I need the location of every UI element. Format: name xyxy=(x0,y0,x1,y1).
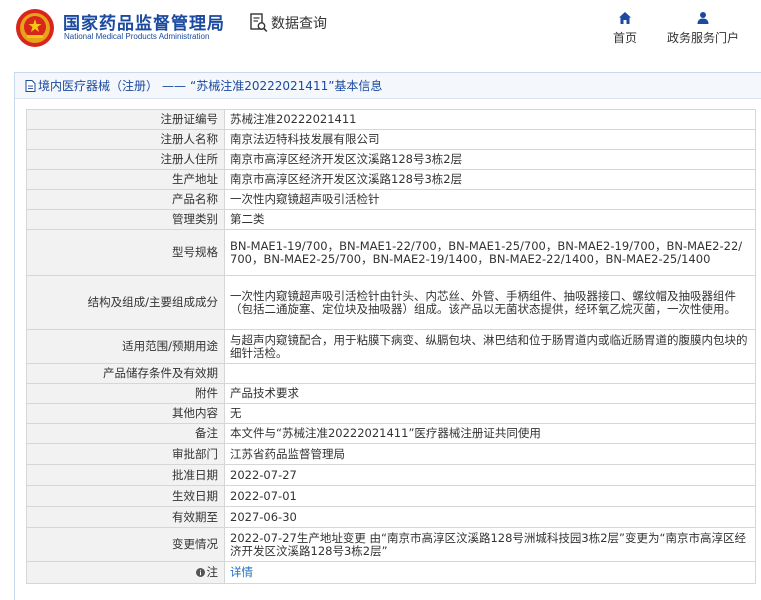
field-value: 无 xyxy=(224,403,756,424)
field-label: 注册证编号 xyxy=(26,109,225,130)
details-link[interactable]: 详情 xyxy=(230,565,253,579)
field-label: 结构及组成/主要组成成分 xyxy=(26,275,225,330)
field-value: 南京市高淳区经济开发区汶溪路128号3栋2层 xyxy=(224,169,756,190)
field-label: 注册人住所 xyxy=(26,149,225,170)
field-value xyxy=(224,363,756,384)
field-label: 有效期至 xyxy=(26,506,225,528)
national-emblem-logo xyxy=(16,9,54,47)
field-label: 其他内容 xyxy=(26,403,225,424)
table-row: 结构及组成/主要组成成分 一次性内窥镜超声吸引活检针由针头、内芯丝、外管、手柄组… xyxy=(26,275,756,330)
nav-home[interactable]: 首页 xyxy=(613,11,637,46)
table-row: 有效期至 2027-06-30 xyxy=(26,506,756,528)
field-value: BN-MAE1-19/700，BN-MAE1-22/700，BN-MAE1-25… xyxy=(224,229,756,276)
table-row: 附件 产品技术要求 xyxy=(26,383,756,404)
field-value: 与超声内窥镜配合，用于粘膜下病变、纵膈包块、淋巴结和位于肠胃道内或临近肠胃道的腹… xyxy=(224,329,756,364)
page-title: 数据查询 xyxy=(250,13,327,33)
field-value: 详情 xyxy=(224,561,756,584)
user-icon xyxy=(697,12,709,24)
table-row: 管理类别 第二类 xyxy=(26,209,756,230)
field-value: 苏械注准20222021411 xyxy=(224,109,756,130)
field-value: 南京市高淳区经济开发区汶溪路128号3栋2层 xyxy=(224,149,756,170)
field-label: 备注 xyxy=(26,423,225,444)
site-header: 国家药品监督管理局 National Medical Products Admi… xyxy=(0,0,761,60)
field-value: 江苏省药品监督管理局 xyxy=(224,443,756,465)
table-row: 变更情况 2022-07-27生产地址变更 由“南京市高淳区汶溪路128号洲城科… xyxy=(26,527,756,562)
field-label: 生效日期 xyxy=(26,485,225,507)
table-row: 型号规格 BN-MAE1-19/700，BN-MAE1-22/700，BN-MA… xyxy=(26,229,756,276)
data-query-icon xyxy=(250,13,268,33)
breadcrumb-category[interactable]: 境内医疗器械（注册） xyxy=(38,77,158,94)
field-value: 产品技术要求 xyxy=(224,383,756,404)
field-value: 2022-07-27 xyxy=(224,464,756,486)
table-row: 注册人住所 南京市高淳区经济开发区汶溪路128号3栋2层 xyxy=(26,149,756,170)
field-label: 审批部门 xyxy=(26,443,225,465)
field-value: 一次性内窥镜超声吸引活检针 xyxy=(224,189,756,210)
field-value: 2022-07-27生产地址变更 由“南京市高淳区汶溪路128号洲城科技园3栋2… xyxy=(224,527,756,562)
detail-panel: 境内医疗器械（注册） —— “苏械注准20222021411”基本信息 注册证编… xyxy=(14,72,761,600)
home-icon xyxy=(619,12,631,24)
document-icon xyxy=(25,79,36,92)
table-row: 产品名称 一次性内窥镜超声吸引活检针 xyxy=(26,189,756,210)
nav-home-label: 首页 xyxy=(613,31,638,45)
nav-service-portal-label: 政务服务门户 xyxy=(667,31,740,45)
field-label: 型号规格 xyxy=(26,229,225,276)
field-value: 一次性内窥镜超声吸引活检针由针头、内芯丝、外管、手柄组件、抽吸器接口、螺纹帽及抽… xyxy=(224,275,756,330)
table-row: 批准日期 2022-07-27 xyxy=(26,464,756,486)
table-row: 其他内容 无 xyxy=(26,403,756,424)
field-label: 变更情况 xyxy=(26,527,225,562)
field-label: 生产地址 xyxy=(26,169,225,190)
table-row: 审批部门 江苏省药品监督管理局 xyxy=(26,443,756,465)
table-row: 注册证编号 苏械注准20222021411 xyxy=(26,109,756,130)
field-value: 第二类 xyxy=(224,209,756,230)
field-value: 2022-07-01 xyxy=(224,485,756,507)
field-label: 适用范围/预期用途 xyxy=(26,329,225,364)
field-label: 产品名称 xyxy=(26,189,225,210)
table-row: 注 详情 xyxy=(26,561,756,584)
field-value: 2027-06-30 xyxy=(224,506,756,528)
breadcrumb-subject: “苏械注准20222021411”基本信息 xyxy=(190,79,383,93)
table-row: 备注 本文件与“苏械注准20222021411”医疗器械注册证共同使用 xyxy=(26,423,756,444)
nav-service-portal[interactable]: 政务服务门户 xyxy=(667,11,739,46)
field-value: 本文件与“苏械注准20222021411”医疗器械注册证共同使用 xyxy=(224,423,756,444)
note-label: 注 xyxy=(206,565,219,579)
table-row: 生产地址 南京市高淳区经济开发区汶溪路128号3栋2层 xyxy=(26,169,756,190)
table-row: 适用范围/预期用途 与超声内窥镜配合，用于粘膜下病变、纵膈包块、淋巴结和位于肠胃… xyxy=(26,329,756,364)
registration-info-table: 注册证编号 苏械注准20222021411 注册人名称 南京法迈特科技发展有限公… xyxy=(26,109,756,584)
table-row: 生效日期 2022-07-01 xyxy=(26,485,756,507)
note-label-cell: 注 xyxy=(26,561,225,584)
breadcrumb-separator: —— xyxy=(162,78,187,93)
site-title-english: National Medical Products Administration xyxy=(64,32,210,41)
field-label: 批准日期 xyxy=(26,464,225,486)
field-label: 管理类别 xyxy=(26,209,225,230)
field-label: 产品储存条件及有效期 xyxy=(26,363,225,384)
table-row: 注册人名称 南京法迈特科技发展有限公司 xyxy=(26,129,756,150)
site-title: 国家药品监督管理局 xyxy=(63,14,225,34)
field-label: 注册人名称 xyxy=(26,129,225,150)
page-heading-label: 数据查询 xyxy=(271,16,327,32)
breadcrumb: 境内医疗器械（注册） —— “苏械注准20222021411”基本信息 xyxy=(15,73,761,99)
field-label: 附件 xyxy=(26,383,225,404)
table-row: 产品储存条件及有效期 xyxy=(26,363,756,384)
info-icon xyxy=(195,568,205,577)
field-value: 南京法迈特科技发展有限公司 xyxy=(224,129,756,150)
